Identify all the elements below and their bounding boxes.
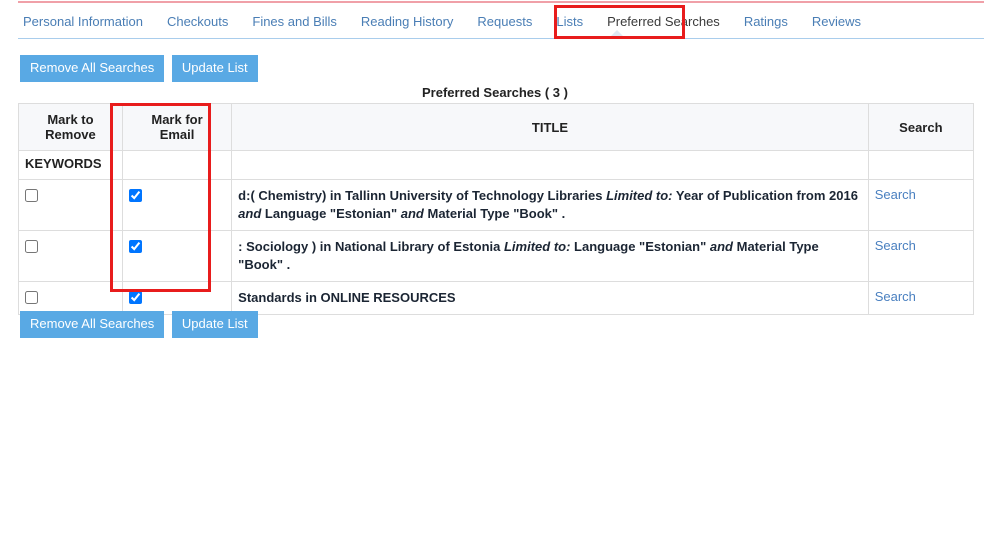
table-body: KEYWORDS d:( Chemistry) in Tallinn Univer… xyxy=(18,150,975,315)
title-text: d:( Chemistry) in Tallinn University of … xyxy=(238,188,607,203)
title-qualifier: and xyxy=(238,206,262,221)
column-header-mark-for-email: Mark for Email xyxy=(121,103,233,151)
account-tab-bar: Personal Information Checkouts Fines and B… xyxy=(0,8,990,38)
table-header-row: Mark to Remove Mark for Email TITLE Sear… xyxy=(18,103,975,151)
mark-to-remove-cell xyxy=(18,179,123,231)
tab-reviews[interactable]: Reviews xyxy=(800,8,873,36)
tab-fines-and-bills[interactable]: Fines and Bills xyxy=(240,8,349,36)
search-link-cell: Search xyxy=(867,230,975,282)
mark-to-remove-line1: Mark to xyxy=(47,112,94,127)
mark-to-remove-checkbox[interactable] xyxy=(25,291,38,305)
column-header-mark-to-remove: Mark to Remove xyxy=(18,103,123,151)
mark-for-email-line2: Email xyxy=(159,127,195,142)
title-text: Year of Publication from 2016 xyxy=(672,188,858,203)
tab-reading-history[interactable]: Reading History xyxy=(349,8,466,36)
title-text: Material Type "Book" . xyxy=(423,206,566,221)
active-tab-caret-icon xyxy=(608,30,626,39)
column-header-search: Search xyxy=(867,103,975,151)
mark-for-email-cell xyxy=(121,230,233,282)
keywords-group-spacer xyxy=(121,150,233,180)
mark-for-email-cell xyxy=(121,179,233,231)
tab-checkouts[interactable]: Checkouts xyxy=(155,8,240,36)
title-qualifier: Limited to: xyxy=(606,188,673,203)
mark-to-remove-checkbox[interactable] xyxy=(25,189,38,203)
search-link-cell: Search xyxy=(867,179,975,231)
title-text: Language "Estonian" xyxy=(261,206,401,221)
title-text: : Sociology ) in National Library of Est… xyxy=(238,239,504,254)
run-search-link[interactable]: Search xyxy=(875,289,916,304)
update-list-button-top[interactable]: Update List xyxy=(171,55,258,82)
keywords-group-spacer xyxy=(867,150,975,180)
mark-to-remove-cell xyxy=(18,281,123,315)
run-search-link[interactable]: Search xyxy=(875,187,916,202)
mark-for-email-checkbox[interactable] xyxy=(128,240,142,254)
mark-for-email-checkbox[interactable] xyxy=(128,291,142,305)
mark-for-email-cell xyxy=(121,281,233,315)
search-title-cell: : Sociology ) in National Library of Est… xyxy=(231,230,869,282)
title-qualifier: and xyxy=(709,239,733,254)
mark-to-remove-checkbox[interactable] xyxy=(25,240,38,254)
mark-to-remove-cell xyxy=(18,230,123,282)
table-head: Mark to Remove Mark for Email TITLE Sear… xyxy=(18,103,975,151)
preferred-searches-table: Mark to Remove Mark for Email TITLE Sear… xyxy=(18,103,975,315)
title-text: Standards in ONLINE RESOURCES xyxy=(238,290,456,305)
top-divider-rule xyxy=(18,1,984,3)
update-list-button-bottom[interactable]: Update List xyxy=(171,311,258,338)
tab-personal-information[interactable]: Personal Information xyxy=(11,8,155,36)
keywords-group-spacer xyxy=(231,150,869,180)
remove-all-searches-button-bottom[interactable]: Remove All Searches xyxy=(20,311,165,338)
toolbar-bottom: Remove All Searches Update List xyxy=(20,311,262,338)
keywords-group-row: KEYWORDS xyxy=(18,150,975,180)
page-title: Preferred Searches ( 3 ) xyxy=(422,85,568,100)
table-row: : Sociology ) in National Library of Est… xyxy=(18,230,975,282)
tab-list: Personal Information Checkouts Fines and B… xyxy=(11,8,873,36)
tab-bar-underline xyxy=(18,38,984,39)
keywords-group-label: KEYWORDS xyxy=(18,150,123,180)
mark-for-email-line1: Mark for xyxy=(151,112,203,127)
toolbar-top: Remove All Searches Update List xyxy=(20,55,262,82)
title-qualifier: and xyxy=(400,206,424,221)
remove-all-searches-button-top[interactable]: Remove All Searches xyxy=(20,55,165,82)
mark-for-email-checkbox[interactable] xyxy=(128,189,142,203)
tab-ratings[interactable]: Ratings xyxy=(732,8,800,36)
tab-requests[interactable]: Requests xyxy=(465,8,544,36)
tab-lists[interactable]: Lists xyxy=(544,8,595,36)
table-row: d:( Chemistry) in Tallinn University of … xyxy=(18,179,975,231)
title-qualifier: Limited to: xyxy=(503,239,571,254)
search-title-cell: d:( Chemistry) in Tallinn University of … xyxy=(231,179,869,231)
mark-to-remove-line2: Remove xyxy=(45,127,96,142)
search-title-cell: Standards in ONLINE RESOURCES xyxy=(231,281,869,315)
column-header-title: TITLE xyxy=(231,103,869,151)
table-row: Standards in ONLINE RESOURCES Search xyxy=(18,281,975,315)
search-link-cell: Search xyxy=(867,281,975,315)
title-text: Language "Estonian" xyxy=(570,239,710,254)
run-search-link[interactable]: Search xyxy=(875,238,916,253)
